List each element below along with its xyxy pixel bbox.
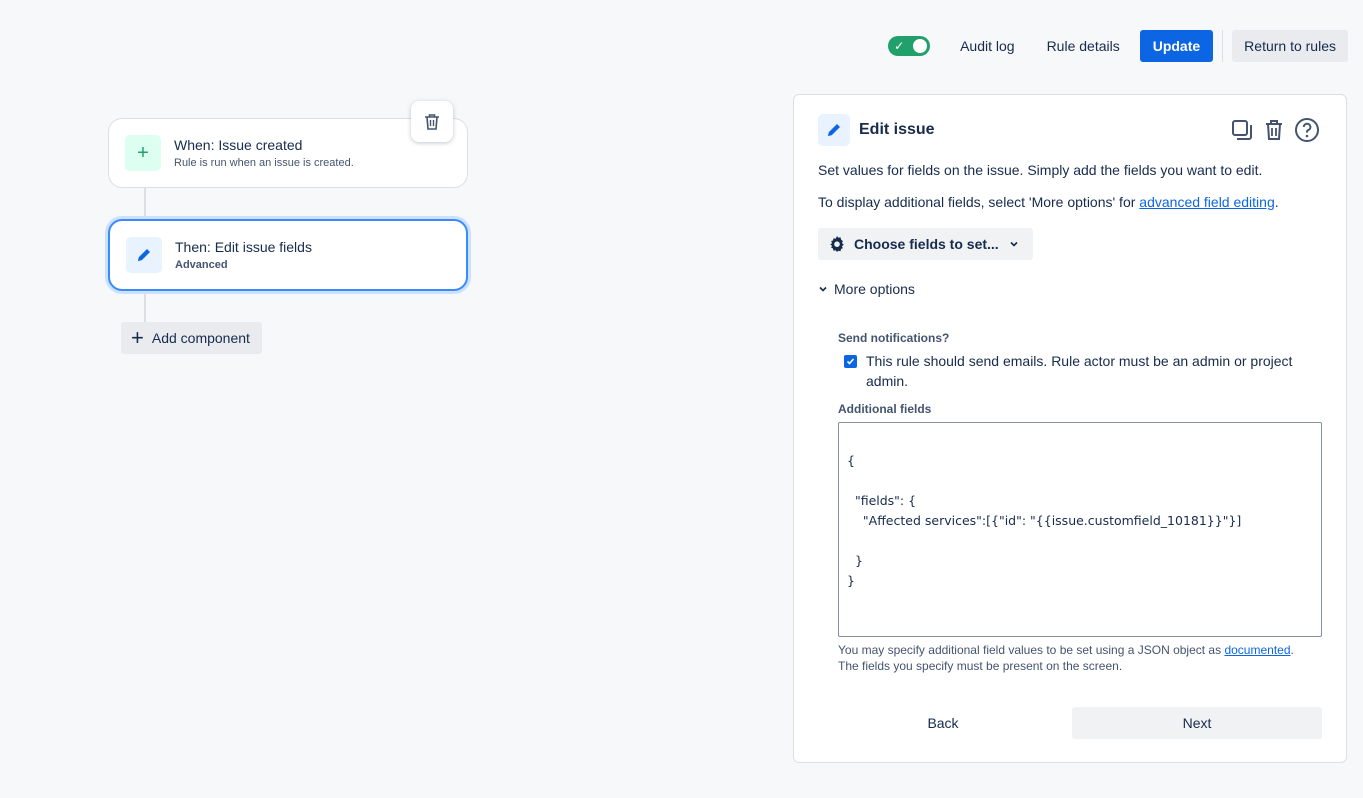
action-title: Then: Edit issue fields [175,239,312,255]
back-button[interactable]: Back [838,707,1048,739]
rule-enabled-toggle[interactable]: ✓ [888,36,931,56]
additional-fields-label: Additional fields [838,402,932,416]
more-info-suffix: . [1274,194,1279,210]
flow-connector [144,188,146,219]
choose-fields-label: Choose fields to set... [854,236,999,252]
panel-title: Edit issue [859,121,935,138]
more-info-text: To display additional fields, select 'Mo… [818,194,1279,210]
edit-issue-panel: Edit issue Set values for fields on the … [793,94,1347,763]
trigger-subtitle: Rule is run when an issue is created. [174,157,354,169]
update-button[interactable]: Update [1139,30,1214,62]
chevron-down-icon [1009,236,1019,252]
flow-connector [144,291,146,322]
more-options-label: More options [834,281,915,297]
panel-description: Set values for fields on the issue. Simp… [818,162,1263,178]
trash-icon [424,113,440,131]
trigger-title: When: Issue created [174,137,303,153]
pencil-icon [126,237,162,273]
add-component-button[interactable]: + Add component [121,322,262,354]
chevron-down-icon [818,284,828,294]
send-notifications-checkbox[interactable] [844,355,857,368]
gear-icon [828,235,846,253]
copy-icon[interactable] [1230,118,1254,142]
additional-fields-input[interactable] [838,422,1322,637]
action-node[interactable]: Then: Edit issue fields Advanced [108,219,468,291]
helper-suffix: . [1290,643,1294,657]
documented-link[interactable]: documented [1224,643,1290,657]
check-icon: ✓ [894,39,905,53]
helper-line2: The fields you specify must be present o… [838,659,1123,673]
plus-icon: + [131,325,144,350]
send-notifications-label: Send notifications? [838,331,950,345]
action-subtitle: Advanced [175,259,228,271]
toolbar-divider [1222,30,1224,62]
rule-details-button[interactable]: Rule details [1035,30,1132,62]
panel-actions [1222,117,1320,143]
plus-icon: + [125,135,161,171]
help-icon[interactable] [1294,117,1320,143]
send-notifications-row: This rule should send emails. Rule actor… [844,351,1314,391]
add-component-label: Add component [151,330,250,346]
pencil-icon [818,114,850,146]
panel-header: Edit issue [818,114,935,146]
audit-log-button[interactable]: Audit log [948,30,1026,62]
next-button[interactable]: Next [1072,707,1322,739]
top-toolbar: ✓ Audit log Rule details Update Return t… [888,30,1348,62]
advanced-field-editing-link[interactable]: advanced field editing [1139,194,1274,210]
helper-prefix: You may specify additional field values … [838,643,1225,657]
more-info-prefix: To display additional fields, select 'Mo… [818,194,1140,210]
return-to-rules-button[interactable]: Return to rules [1232,30,1348,62]
send-notifications-text: This rule should send emails. Rule actor… [866,353,1293,389]
toggle-knob [913,39,928,53]
choose-fields-button[interactable]: Choose fields to set... [818,228,1033,260]
more-options-toggle[interactable]: More options [818,281,915,297]
delete-node-button[interactable] [411,101,453,142]
trash-icon[interactable] [1262,118,1286,142]
helper-text: You may specify additional field values … [838,642,1294,674]
